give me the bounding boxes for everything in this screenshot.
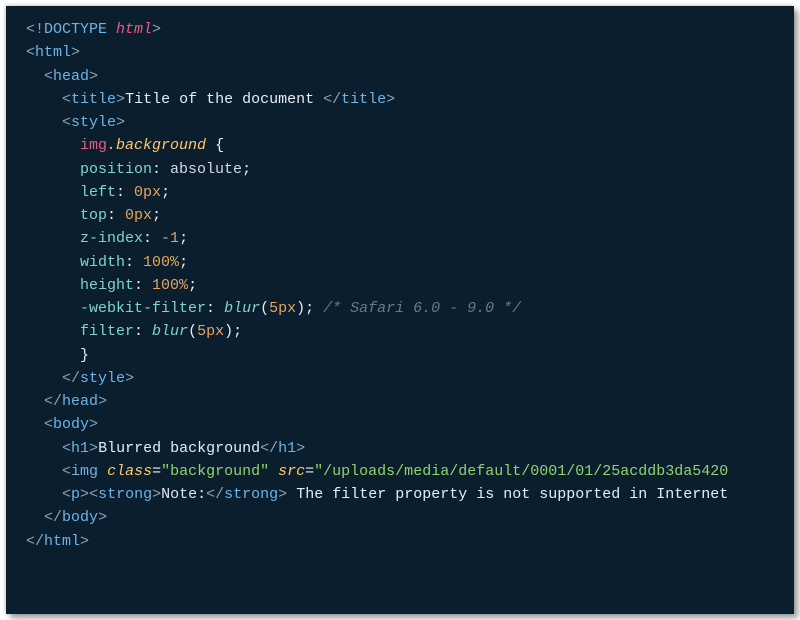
attr-src: src <box>278 463 305 480</box>
code-editor[interactable]: <!DOCTYPE html> <html> <head> <title>Tit… <box>6 6 794 614</box>
attr-class: class <box>107 463 152 480</box>
head-open-tag: head <box>53 68 89 85</box>
doctype-kw: html <box>116 21 152 38</box>
style-open-tag: style <box>71 114 116 131</box>
code-block: <!DOCTYPE html> <html> <head> <title>Tit… <box>26 18 794 553</box>
img-tag: img <box>71 463 98 480</box>
attr-class-val: "background" <box>161 463 269 480</box>
strong-open-tag: strong <box>98 486 152 503</box>
doctype-word: DOCTYPE <box>44 21 116 38</box>
h1-open-tag: h1 <box>71 440 89 457</box>
h1-text: Blurred background <box>98 440 260 457</box>
prop-position: position <box>80 161 152 178</box>
prop-height: height <box>80 277 134 294</box>
prop-filter: filter <box>80 323 134 340</box>
selector-class: background <box>116 137 206 154</box>
prop-width: width <box>80 254 125 271</box>
css-comment: /* Safari 6.0 - 9.0 */ <box>323 300 521 317</box>
selector-tag: img <box>80 137 107 154</box>
attr-src-val: "/uploads/media/default/0001/01/25acddb3… <box>314 463 728 480</box>
prop-webkit-filter: -webkit-filter <box>80 300 206 317</box>
strong-text: Note: <box>161 486 206 503</box>
prop-left: left <box>80 184 116 201</box>
p-text: The filter property is not supported in … <box>287 486 728 503</box>
html-open-tag: html <box>35 44 71 61</box>
prop-top: top <box>80 207 107 224</box>
title-text: Title of the document <box>125 91 323 108</box>
title-open-tag: title <box>71 91 116 108</box>
doctype-open: <! <box>26 21 44 38</box>
prop-zindex: z-index <box>80 230 143 247</box>
p-open-tag: p <box>71 486 80 503</box>
body-open-tag: body <box>53 416 89 433</box>
